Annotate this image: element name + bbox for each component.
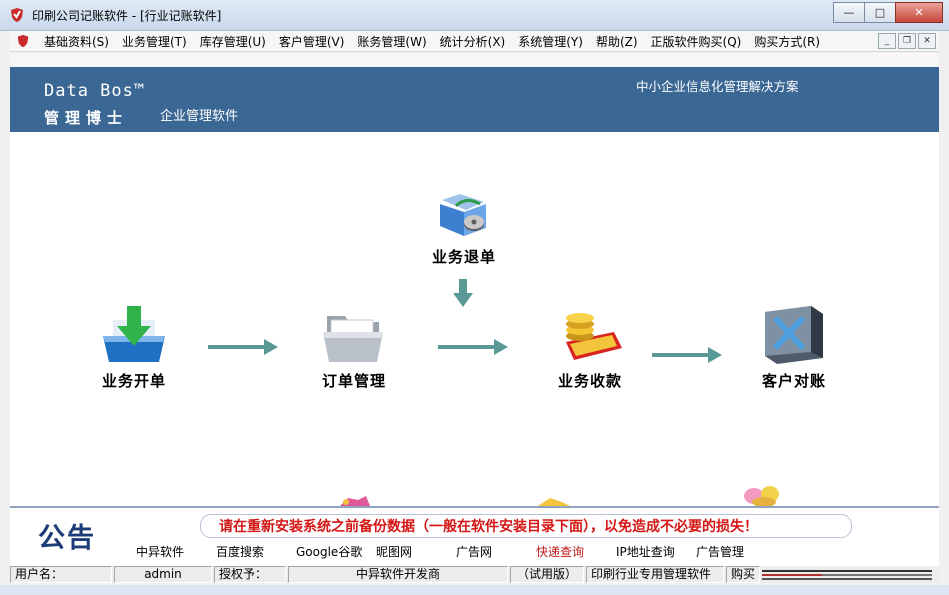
status-bar: 用户名： admin 授权予： 中异软件开发商 （试用版） 印刷行业专用管理软件… [10,566,939,583]
node-payment-collection[interactable]: 业务收款 [530,302,650,391]
workflow-canvas: 业务退单 业务开单 订单管理 业务收款 客户对账 [10,132,939,506]
menu-accounts[interactable]: 账务管理(W) [351,33,433,50]
app-shield-icon [11,8,23,22]
menu-customers[interactable]: 客户管理(V) [273,33,352,50]
title-bar: 印刷公司记账软件 - [行业记账软件] — □ ✕ [0,0,949,31]
status-user-value: admin [114,566,212,583]
arrow-right-icon [438,339,508,355]
node-label: 订单管理 [321,372,386,390]
node-order-management[interactable]: 订单管理 [294,304,414,391]
document-shield-icon [17,34,29,48]
menu-business[interactable]: 业务管理(T) [116,33,194,50]
window-controls: — □ ✕ [833,2,943,23]
header-banner: Data Bos™ 管理博士 企业管理软件 中小企业信息化管理解决方案 [10,67,939,132]
menu-bar: 基础资料(S) 业务管理(T) 库存管理(U) 客户管理(V) 账务管理(W) … [10,31,939,52]
brand-english: Data Bos™ [44,81,146,101]
arrow-right-icon [208,339,278,355]
quick-links: 中异软件 百度搜索 Google谷歌 昵图网 广告网 快递查询 IP地址查询 广… [136,543,756,560]
brand-chinese: 管理博士 [44,109,129,127]
partial-decoration-icon [340,496,370,506]
node-customer-reconciliation[interactable]: 客户对账 [734,302,854,391]
notice-panel: 公告 请在重新安装系统之前备份数据（一般在软件安装目录下面），以免造成不必要的损… [10,506,939,566]
status-license-value: 中异软件开发商 [288,566,508,583]
status-decoration [762,570,932,580]
link-google[interactable]: Google谷歌 [296,543,376,560]
spacer-strip [10,53,939,67]
notice-marquee: 请在重新安装系统之前备份数据（一般在软件安装目录下面），以免造成不必要的损失！ [200,514,852,538]
link-ip-query[interactable]: IP地址查询 [616,543,696,560]
menu-help[interactable]: 帮助(Z) [590,33,645,50]
menu-purchase-method[interactable]: 购买方式(R) [748,33,827,50]
arrow-down-icon [453,279,473,307]
link-ad-network[interactable]: 广告网 [456,543,536,560]
partial-decoration-icon [538,498,570,506]
window-bottom-edge [0,585,949,595]
node-label: 业务开单 [101,372,166,390]
slogan: 中小企业信息化管理解决方案 [636,79,799,94]
download-box-icon [103,306,165,362]
status-edition: （试用版） [510,566,584,583]
status-product: 印刷行业专用管理软件 [586,566,724,583]
link-express-query[interactable]: 快递查询 [536,543,616,560]
link-baidu[interactable]: 百度搜索 [216,543,296,560]
coins-money-icon [566,313,622,360]
node-label: 业务收款 [557,372,622,390]
folder-icon [323,316,383,362]
menu-system[interactable]: 系统管理(Y) [512,33,590,50]
node-label: 业务退单 [431,248,496,266]
node-label: 客户对账 [761,372,826,390]
mdi-restore-button[interactable]: ❐ [898,33,916,49]
arrow-right-icon [652,347,722,363]
status-buy[interactable]: 购买 [726,566,760,583]
menu-basic-data[interactable]: 基础资料(S) [38,33,116,50]
x-box-icon [765,306,823,364]
notice-title: 公告 [38,523,96,554]
status-user-label: 用户名： [10,566,112,583]
link-ad-management[interactable]: 广告管理 [696,543,756,560]
notice-message: 请在重新安装系统之前备份数据（一般在软件安装目录下面），以免造成不必要的损失！ [219,519,758,535]
mdi-controls: _ ❐ ✕ [876,33,936,49]
menu-purchase-genuine[interactable]: 正版软件购买(Q) [645,33,749,50]
window-title: 印刷公司记账软件 - [行业记账软件] [32,9,222,23]
node-business-open[interactable]: 业务开单 [74,302,194,391]
mdi-minimize-button[interactable]: _ [878,33,896,49]
brand-subtitle: 企业管理软件 [160,109,239,124]
minimize-button[interactable]: — [833,2,865,23]
close-button[interactable]: ✕ [895,2,943,23]
status-license-label: 授权予： [214,566,286,583]
link-zhongyi[interactable]: 中异软件 [136,543,216,560]
maximize-button[interactable]: □ [864,2,896,23]
partial-decoration-icon [744,486,779,506]
folder-disc-icon [440,194,486,236]
mdi-close-button[interactable]: ✕ [918,33,936,49]
link-nipic[interactable]: 昵图网 [376,543,456,560]
menu-inventory[interactable]: 库存管理(U) [194,33,273,50]
menu-statistics[interactable]: 统计分析(X) [434,33,513,50]
node-business-return[interactable]: 业务退单 [404,182,524,267]
